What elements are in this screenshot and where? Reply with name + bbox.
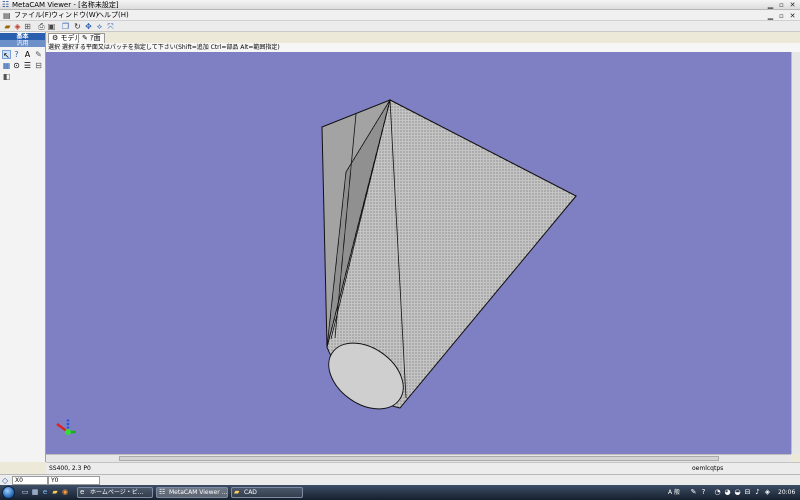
print-preview-icon[interactable]: ▣	[47, 22, 56, 31]
taskbar: ▭ ▦ e ▰ ◉ e ホームページ・ビ... ☷ MetaCAM Viewer .…	[0, 485, 800, 500]
model-open-icon[interactable]: ◈	[13, 22, 22, 31]
tray-app-icon-3[interactable]: ◒	[734, 488, 741, 497]
list-icon[interactable]: ☰	[23, 61, 32, 70]
input-language[interactable]: A 般	[668, 488, 680, 497]
task-browser-label: ホームページ・ビ...	[90, 489, 144, 496]
folder-icon[interactable]: ▰	[51, 488, 59, 496]
folder-task-icon: ▰	[234, 488, 240, 496]
cursor-icon: ◇	[2, 476, 9, 485]
close-button[interactable]: ✕	[788, 1, 797, 9]
panel-subheader[interactable]: 汎用	[0, 40, 45, 47]
tray-app-icon-2[interactable]: ◕	[724, 488, 731, 497]
window-title: MetaCAM Viewer - [名称未設定]	[12, 1, 119, 9]
settings-icon[interactable]: ⊞	[23, 22, 32, 31]
task-metacam[interactable]: ☷ MetaCAM Viewer ...	[156, 487, 228, 498]
help-icon[interactable]: ?	[700, 488, 707, 497]
zoom-icon[interactable]: ⊙	[12, 61, 21, 70]
network-icon[interactable]: ⊟	[744, 488, 751, 497]
toolbar: ▰ ◈ ⊞ ⎙ ▣ ❐ ↻ ✥ ⟡ ⤧	[0, 21, 800, 32]
ime-icon[interactable]: ✎	[690, 488, 697, 497]
show-desktop-icon[interactable]: ▭	[21, 488, 29, 496]
query-icon[interactable]: ?	[12, 50, 21, 59]
media-icon[interactable]: ◉	[61, 488, 69, 496]
tab-drawing-label: ｱ面	[90, 34, 101, 42]
operation-hint: 選択 選択する平面又はパッチを指定して下さい(Shift=追加 Ctrl=部品 …	[46, 43, 800, 52]
material-status: SS400, 2.3 P0	[49, 465, 91, 472]
text-icon[interactable]: A	[23, 50, 32, 59]
browser-icon[interactable]: e	[41, 488, 49, 496]
title-bar: ☷ MetaCAM Viewer - [名称未設定] ▁ ▫ ✕	[0, 0, 800, 10]
menu-help[interactable]: ヘルプ(H)	[97, 11, 129, 20]
vertical-scrollbar[interactable]	[791, 52, 800, 454]
property-icon[interactable]: ⊟	[34, 61, 43, 70]
status-bar: SS400, 2.3 P0 oemlcqtps	[46, 462, 800, 474]
open-folder-icon[interactable]: ▰	[3, 22, 12, 31]
view-axis-icon[interactable]: ⟡	[95, 22, 104, 31]
task-cad-folder[interactable]: ▰ CAD	[231, 487, 303, 498]
y-coordinate-field[interactable]: Y0	[48, 476, 100, 485]
doc-restore-button[interactable]: ▫	[777, 12, 786, 20]
select-arrow-icon[interactable]: ↖	[2, 50, 11, 60]
fit-view-icon[interactable]: ⤧	[106, 22, 115, 31]
app-icon: ☷	[2, 0, 10, 9]
menu-file[interactable]: ファイル(F)	[14, 11, 52, 20]
tray-app-icon[interactable]: ◔	[714, 488, 721, 497]
cad-model[interactable]	[316, 99, 577, 422]
doc-close-button[interactable]: ✕	[788, 12, 797, 20]
task-metacam-label: MetaCAM Viewer ...	[169, 489, 228, 496]
view-tabs: ⚙ モデル ✎ ｱ面	[46, 32, 800, 43]
switch-window-icon[interactable]: ▦	[31, 488, 39, 496]
x-coordinate-field[interactable]: X0	[12, 476, 48, 485]
panel-header[interactable]: 基本	[0, 33, 45, 40]
rotate-icon[interactable]: ↻	[73, 22, 82, 31]
system-tray: A 般 ✎ ? ◔ ◕ ◒ ⊟ ♪ ◈ 20:06	[668, 487, 798, 498]
document-icon[interactable]: ▤	[3, 11, 11, 20]
tab-drawing[interactable]: ✎ ｱ面	[78, 33, 105, 43]
task-browser[interactable]: e ホームページ・ビ...	[77, 487, 153, 498]
model-canvas	[56, 99, 577, 435]
part-icon[interactable]: ◧	[2, 72, 11, 81]
security-icon[interactable]: ◈	[764, 488, 771, 497]
menu-bar: ▤ ファイル(F) ウィンドウ(W) ヘルプ(H) ▁ ▫ ✕	[0, 10, 800, 21]
volume-icon[interactable]: ♪	[754, 488, 761, 497]
coordinate-bar: ◇ X0 Y0	[0, 474, 800, 485]
minimize-button[interactable]: ▁	[766, 1, 775, 9]
measure-icon[interactable]: ✎	[34, 50, 43, 59]
left-tool-panel: 基本 汎用 ↖ ? A ✎ ▦ ⊙ ☰ ⊟ ◧	[0, 32, 46, 462]
copy-icon[interactable]: ❐	[61, 22, 70, 31]
maximize-button[interactable]: ▫	[777, 1, 786, 9]
axis-triad-icon	[56, 418, 76, 435]
doc-minimize-button[interactable]: ▁	[766, 12, 775, 20]
clock[interactable]: 20:06	[778, 488, 795, 497]
scrollbar-thumb[interactable]	[119, 456, 719, 461]
horizontal-scrollbar[interactable]	[46, 454, 791, 462]
layer-icon[interactable]: ▦	[2, 61, 11, 70]
metacam-task-icon: ☷	[159, 488, 166, 496]
menu-window[interactable]: ウィンドウ(W)	[51, 11, 98, 20]
task-cad-label: CAD	[244, 489, 257, 496]
print-icon[interactable]: ⎙	[37, 22, 46, 31]
hand-pan-icon[interactable]: ✥	[84, 22, 93, 31]
status-right: oemlcqtps	[692, 465, 724, 472]
start-button[interactable]	[2, 486, 15, 499]
browser-task-icon: e	[80, 488, 85, 496]
3d-viewport[interactable]	[46, 52, 791, 454]
